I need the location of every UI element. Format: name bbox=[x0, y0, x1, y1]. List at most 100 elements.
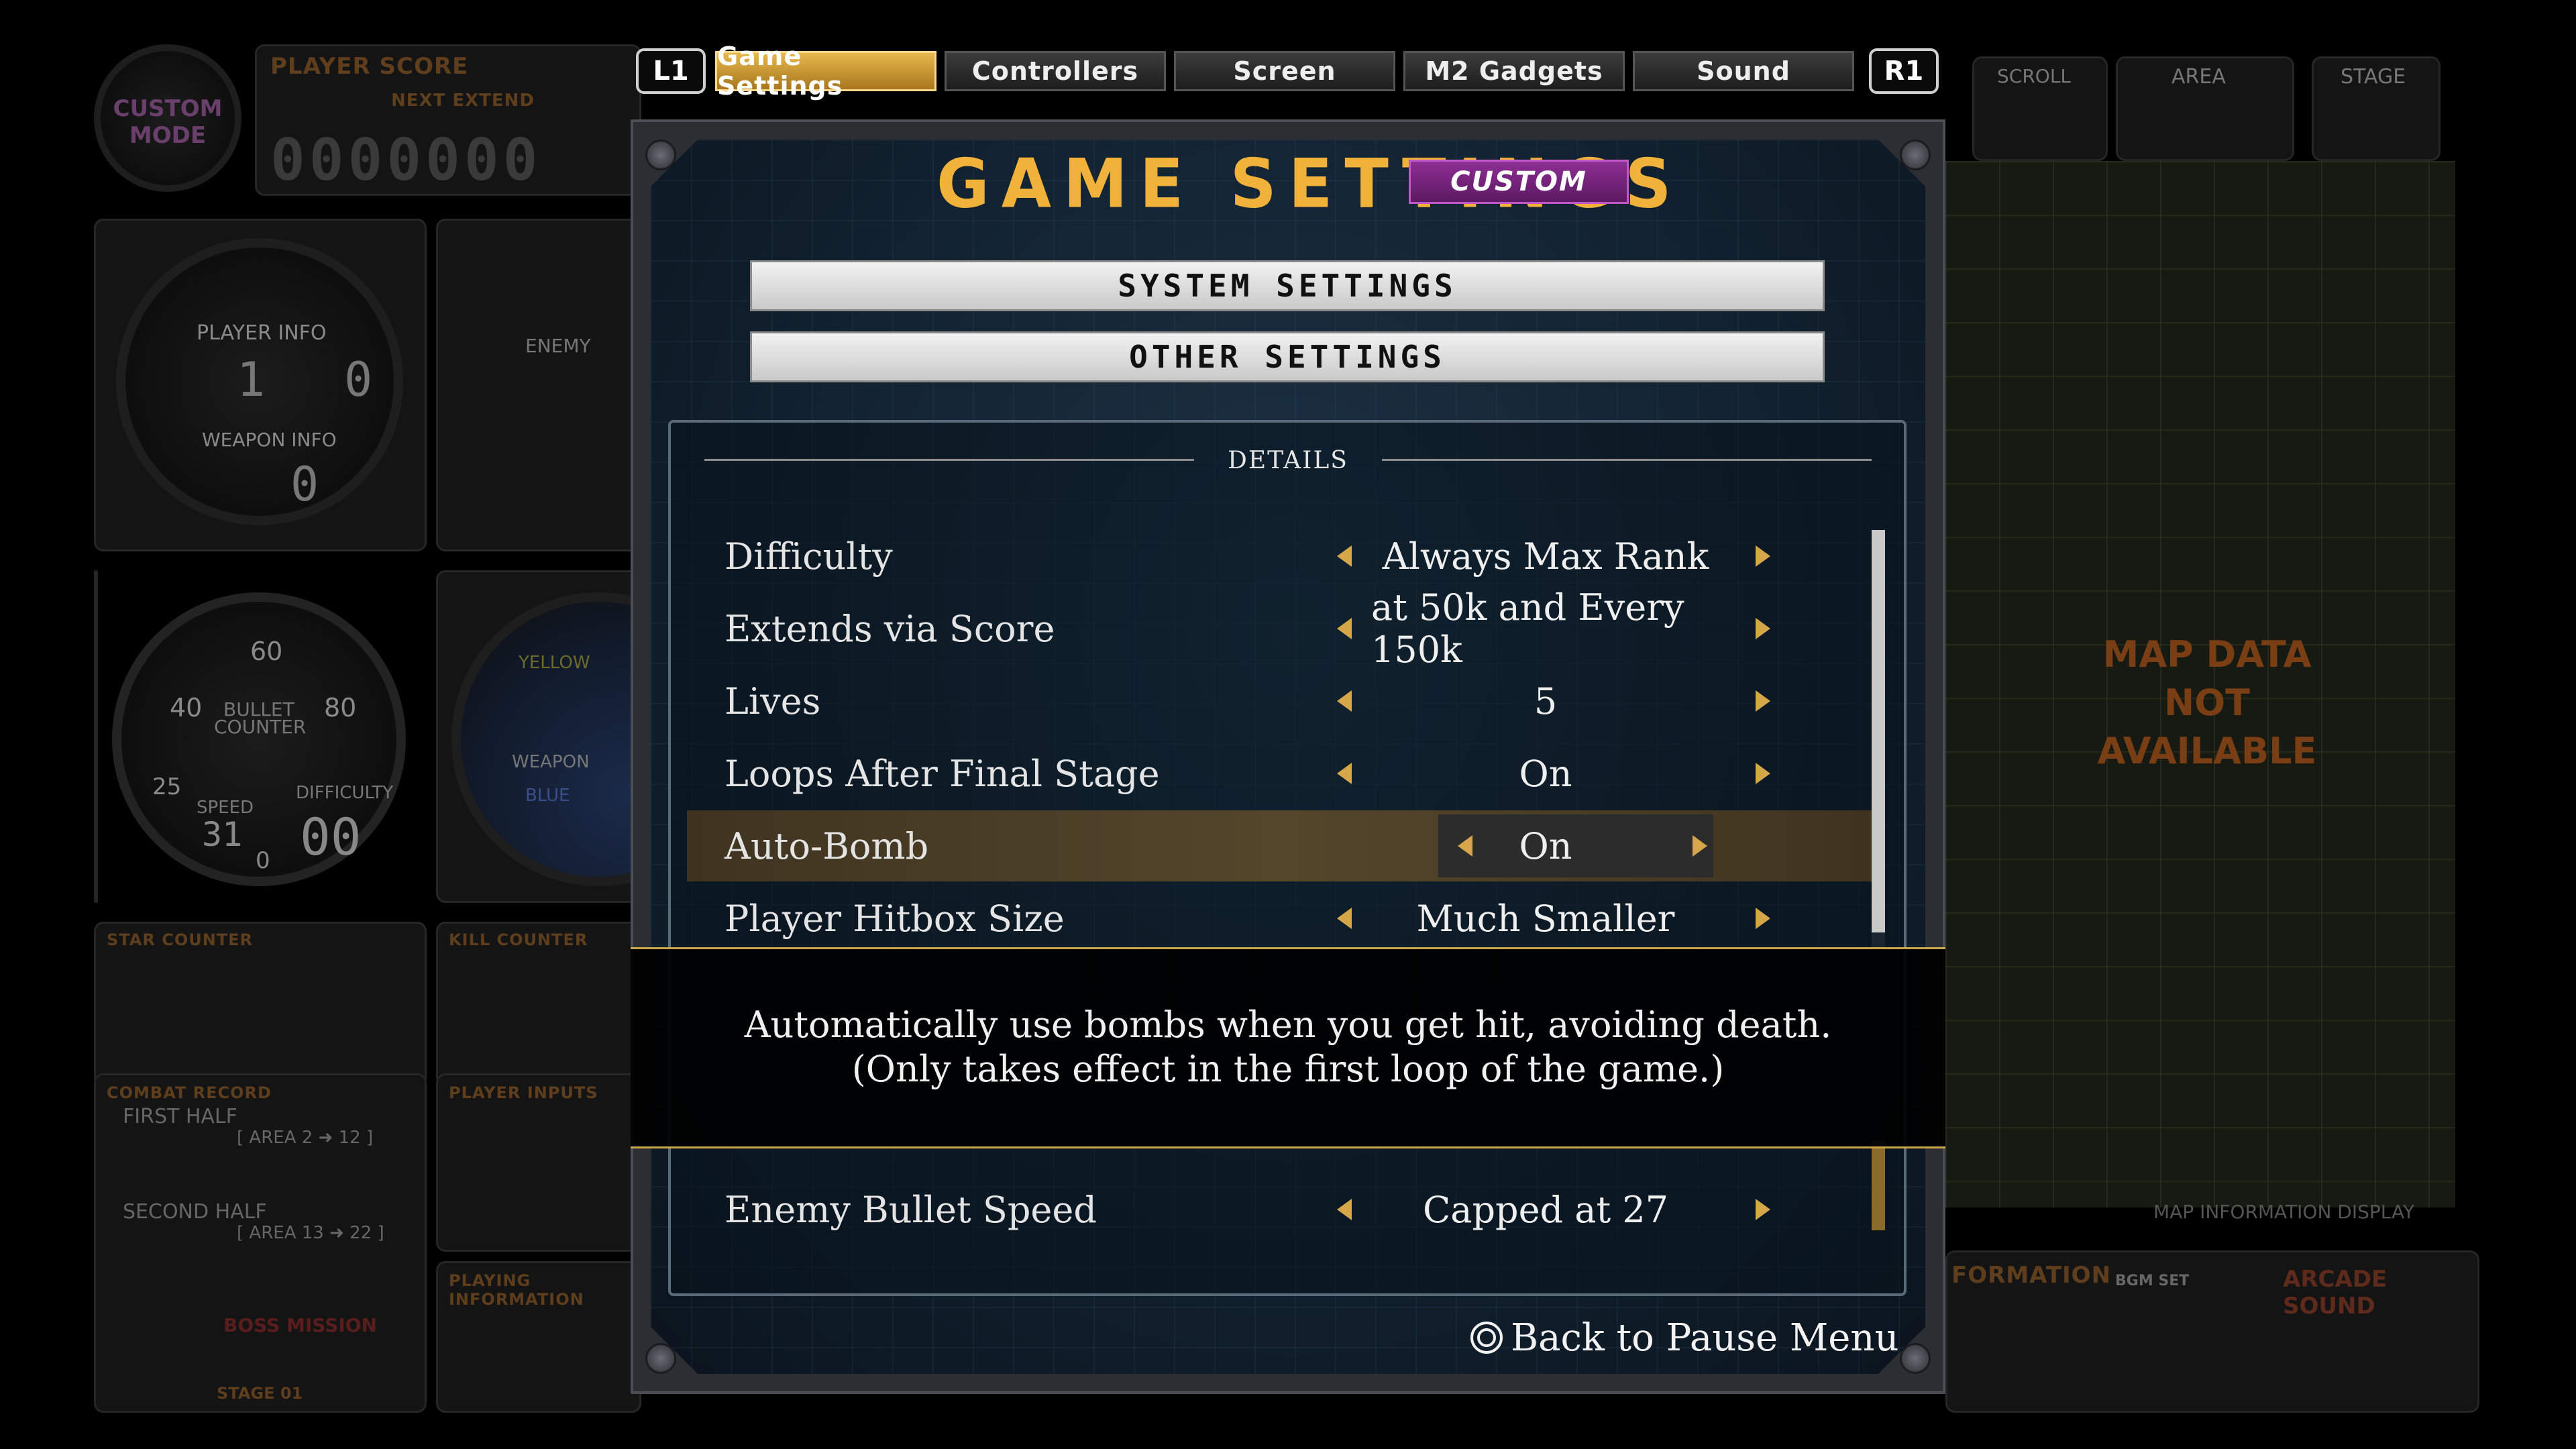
first-half-label: FIRST HALF bbox=[123, 1105, 237, 1128]
gauge-tick-60: 60 bbox=[250, 637, 283, 666]
arrow-right-icon[interactable] bbox=[1750, 738, 1776, 809]
tab-sound[interactable]: Sound bbox=[1633, 51, 1854, 91]
r1-button[interactable]: R1 bbox=[1869, 48, 1939, 94]
l1-button[interactable]: L1 bbox=[636, 48, 706, 94]
details-label: DETAILS bbox=[1228, 447, 1348, 474]
screw-icon bbox=[645, 140, 676, 170]
screw-icon bbox=[1900, 140, 1931, 170]
enemy-label: ENEMY bbox=[525, 335, 591, 357]
setting-row[interactable]: Difficulty Always Max Rank bbox=[687, 521, 1872, 592]
setting-row[interactable]: Loops After Final Stage On bbox=[687, 738, 1872, 809]
scrollbar-lower-segment bbox=[1872, 1140, 1885, 1230]
custom-badge: CUSTOM bbox=[1409, 160, 1629, 204]
arrow-right-icon[interactable] bbox=[1750, 521, 1776, 592]
mode-badge-line2: MODE bbox=[129, 122, 207, 149]
back-to-pause-menu-button[interactable]: Back to Pause Menu bbox=[1469, 1313, 1899, 1362]
playing-information-panel: PLAYING INFORMATION bbox=[436, 1261, 641, 1413]
map-note-line2: NOT AVAILABLE bbox=[2097, 682, 2317, 772]
arrow-left-icon[interactable] bbox=[1331, 665, 1358, 737]
tab-game-settings[interactable]: Game Settings bbox=[715, 42, 936, 101]
map-note: MAP DATA NOT AVAILABLE bbox=[2066, 631, 2348, 775]
stage-top-label: STAGE bbox=[2341, 65, 2406, 89]
star-counter-label: STAR COUNTER bbox=[107, 930, 254, 949]
tab-screen[interactable]: Screen bbox=[1174, 51, 1395, 91]
arrow-right-icon[interactable] bbox=[1750, 883, 1776, 954]
weapon-level: 0 bbox=[290, 457, 319, 512]
player-score-panel: PLAYER SCORE NEXT EXTEND 0000000 bbox=[255, 44, 641, 196]
weapon-info-label: WEAPON INFO bbox=[202, 429, 337, 451]
player-bombs: 0 bbox=[344, 352, 373, 407]
player-info-panel: PLAYER INFO 1 0 WEAPON INFO 0 bbox=[94, 219, 427, 551]
details-rule-left bbox=[704, 459, 1194, 461]
area-label: AREA bbox=[2171, 65, 2226, 89]
setting-row[interactable]: Player Hitbox Size Much Smaller bbox=[687, 883, 1872, 954]
screw-icon bbox=[1900, 1343, 1931, 1374]
setting-label: Lives bbox=[724, 680, 821, 722]
tooltip-line-2: (Only takes effect in the first loop of … bbox=[851, 1048, 1725, 1090]
map-note-line1: MAP DATA bbox=[2102, 633, 2312, 676]
gauge-tick-0: 0 bbox=[256, 847, 270, 874]
star-counter-panel: STAR COUNTER bbox=[94, 922, 427, 1087]
tooltip-line-1: Automatically use bombs when you get hit… bbox=[744, 1004, 1832, 1046]
scrollbar-thumb[interactable] bbox=[1872, 530, 1885, 932]
score-digits: 0000000 bbox=[270, 127, 542, 194]
gauge-tick-40: 40 bbox=[170, 693, 203, 722]
combat-record-label: COMBAT RECORD bbox=[107, 1083, 272, 1102]
player-lives: 1 bbox=[237, 352, 266, 407]
tab-m2-gadgets[interactable]: M2 Gadgets bbox=[1403, 51, 1625, 91]
setting-row[interactable]: Extends via Score at 50k and Every 150k bbox=[687, 586, 1872, 671]
arrow-left-icon[interactable] bbox=[1331, 883, 1358, 954]
boss-mission-label: BOSS MISSION bbox=[223, 1314, 377, 1336]
setting-row[interactable]: Enemy Bullet Speed Capped at 27 bbox=[687, 1174, 1872, 1245]
gauge-tick-80: 80 bbox=[324, 693, 357, 722]
arcade-sound-label: ARCADE SOUND bbox=[2283, 1266, 2387, 1320]
arrow-right-icon[interactable] bbox=[1750, 593, 1776, 664]
bullet-counter-label-2: COUNTER bbox=[214, 716, 307, 738]
setting-value: Capped at 27 bbox=[1422, 1188, 1669, 1231]
arrow-right-icon[interactable] bbox=[1750, 1174, 1776, 1245]
mode-badge-line1: CUSTOM bbox=[113, 95, 223, 122]
arrow-left-icon[interactable] bbox=[1331, 1174, 1358, 1245]
gauge-tick-25: 25 bbox=[152, 773, 182, 800]
setting-row[interactable]: Auto-Bomb On bbox=[687, 810, 1872, 881]
first-half-area: [ AREA 2 ➜ 12 ] bbox=[237, 1128, 374, 1148]
circle-button-icon bbox=[1470, 1322, 1503, 1354]
setting-value: 5 bbox=[1534, 680, 1558, 722]
setting-value: Always Max Rank bbox=[1382, 535, 1709, 578]
kill-counter-label: KILL COUNTER bbox=[449, 930, 588, 949]
information-label: FORMATION bbox=[1951, 1262, 2112, 1289]
player-score-label: PLAYER SCORE bbox=[270, 53, 469, 80]
tab-controllers[interactable]: Controllers bbox=[945, 51, 1166, 91]
details-rule-right bbox=[1382, 459, 1872, 461]
area-panel: AREA bbox=[2116, 56, 2294, 161]
arrow-left-icon[interactable] bbox=[1331, 738, 1358, 809]
next-extend-label: NEXT EXTEND bbox=[391, 91, 535, 111]
setting-row[interactable]: Lives 5 bbox=[687, 665, 1872, 737]
arrow-right-icon[interactable] bbox=[1750, 665, 1776, 737]
other-settings-button[interactable]: OTHER SETTINGS bbox=[750, 331, 1825, 382]
left-hud: CUSTOM MODE PLAYER SCORE NEXT EXTEND 000… bbox=[87, 40, 745, 1413]
setting-label: Difficulty bbox=[724, 535, 893, 578]
arrow-right-icon[interactable] bbox=[1686, 810, 1713, 881]
player-info-label: PLAYER INFO bbox=[197, 321, 327, 345]
map-info-display-label: MAP INFORMATION DISPLAY bbox=[2153, 1201, 2415, 1223]
gauge2-yellow: YELLOW bbox=[519, 653, 590, 673]
mode-badge: CUSTOM MODE bbox=[94, 44, 241, 192]
second-half-area: [ AREA 13 ➜ 22 ] bbox=[237, 1223, 384, 1243]
system-settings-button[interactable]: SYSTEM SETTINGS bbox=[750, 260, 1825, 311]
combat-record-panel: COMBAT RECORD FIRST HALF [ AREA 2 ➜ 12 ]… bbox=[94, 1073, 427, 1413]
scroll-panel: SCROLL bbox=[1972, 56, 2108, 161]
player-inputs-panel: PLAYER INPUTS bbox=[436, 1073, 641, 1252]
sound-panel: FORMATION BGM SET ARCADE SOUND bbox=[1945, 1250, 2479, 1413]
setting-value: at 50k and Every 150k bbox=[1371, 586, 1684, 671]
gauge2-blue: BLUE bbox=[525, 786, 570, 806]
arrow-left-icon[interactable] bbox=[1331, 521, 1358, 592]
second-half-label: SECOND HALF bbox=[123, 1200, 267, 1224]
setting-label: Loops After Final Stage bbox=[724, 752, 1160, 795]
setting-label: Auto-Bomb bbox=[724, 824, 929, 867]
screw-icon bbox=[645, 1343, 676, 1374]
scroll-label: SCROLL bbox=[1997, 65, 2072, 87]
playing-information-label: PLAYING INFORMATION bbox=[449, 1271, 584, 1309]
arrow-left-icon[interactable] bbox=[1331, 593, 1358, 664]
setting-value: On bbox=[1519, 752, 1572, 795]
